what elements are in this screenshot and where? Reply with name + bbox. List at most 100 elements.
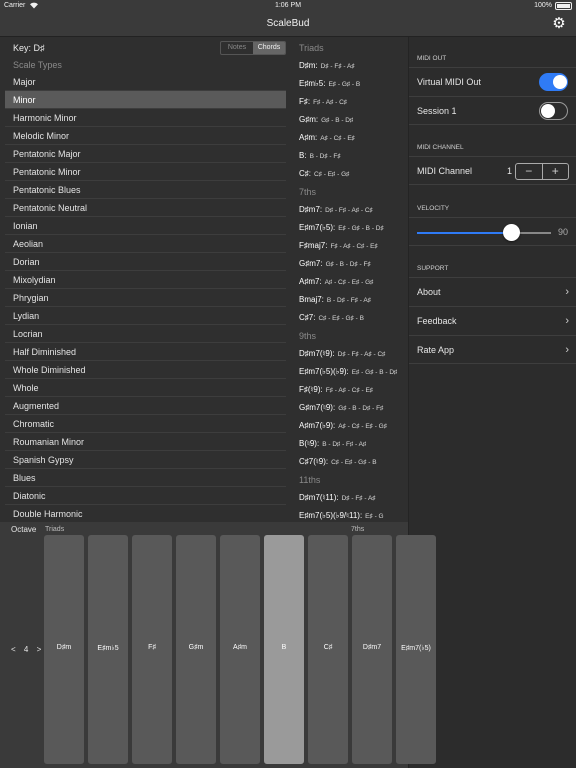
chord-row[interactable]: G♯m7: G♯ - B - D♯ - F♯ <box>299 259 371 268</box>
scale-item[interactable]: Pentatonic Minor <box>5 163 286 181</box>
scale-item[interactable]: Chromatic <box>5 415 286 433</box>
chord-pad[interactable]: E♯m♭5 <box>88 535 128 764</box>
chord-row[interactable]: B(♮9): B - D♯ - F♯ - A♯ <box>299 439 366 448</box>
feedback-row[interactable]: Feedback › <box>409 306 576 335</box>
scale-item[interactable]: Pentatonic Neutral <box>5 199 286 217</box>
chord-row[interactable]: D♯m: D♯ - F♯ - A♯ <box>299 61 355 70</box>
chord-pad-label: G♯m <box>188 644 204 651</box>
session-1-row: Session 1 <box>409 96 576 125</box>
chord-pad-label: E♯m♭5 <box>97 645 119 652</box>
scale-item[interactable]: Half Diminished <box>5 343 286 361</box>
scale-item[interactable]: Roumanian Minor <box>5 433 286 451</box>
battery-percent: 100% <box>534 2 552 9</box>
scale-item[interactable]: Phrygian <box>5 289 286 307</box>
chord-name: A♯m: <box>299 133 318 142</box>
about-row[interactable]: About › <box>409 277 576 306</box>
chord-notes: E♯ - G♯ - B - D♯ <box>351 369 398 376</box>
midi-channel-row: MIDI Channel 1 − + <box>409 156 576 185</box>
chord-row[interactable]: F♯(♮9): F♯ - A♯ - C♯ - E♯ <box>299 385 373 394</box>
chord-name: B: <box>299 151 307 160</box>
rate-app-row[interactable]: Rate App › <box>409 335 576 364</box>
chord-row[interactable]: B: B - D♯ - F♯ <box>299 151 341 160</box>
chord-notes: F♯ - A♯ - C♯ - E♯ <box>330 243 378 250</box>
chord-notes: F♯ - A♯ - C♯ - E♯ <box>325 387 374 394</box>
scale-item[interactable]: Minor <box>5 91 286 109</box>
velocity-slider-thumb[interactable] <box>502 224 520 241</box>
chord-pad[interactable]: D♯m7 <box>352 535 392 764</box>
scale-item[interactable]: Diatonic <box>5 487 286 505</box>
chord-row[interactable]: C♯: C♯ - E♯ - G♯ <box>299 169 349 178</box>
chord-row[interactable]: C♯7: C♯ - E♯ - G♯ - B <box>299 313 364 322</box>
chord-row[interactable]: G♯m: G♯ - B - D♯ <box>299 115 353 124</box>
session-1-toggle[interactable] <box>539 102 568 120</box>
chord-row[interactable]: E♯m7(♭5): E♯ - G♯ - B - D♯ <box>299 223 384 232</box>
chord-row[interactable]: Bmaj7: B - D♯ - F♯ - A♯ <box>299 295 371 304</box>
chord-notes: B - D♯ - F♯ - A♯ <box>322 441 367 448</box>
app-title: ScaleBud <box>266 18 310 29</box>
chord-pad[interactable]: E♯m7(♭5) <box>396 535 436 764</box>
chord-row[interactable]: E♯m7(♭5)(♭9/♮11): E♯ - G <box>299 511 384 520</box>
chord-row[interactable]: A♯m7: A♯ - C♯ - E♯ - G♯ <box>299 277 373 286</box>
scale-item[interactable]: Locrian <box>5 325 286 343</box>
chord-row[interactable]: A♯m: A♯ - C♯ - E♯ <box>299 133 355 142</box>
scale-item[interactable]: Double Harmonic <box>5 505 286 523</box>
scale-item[interactable]: Blues <box>5 469 286 487</box>
chord-pad[interactable]: A♯m <box>220 535 260 764</box>
chord-row[interactable]: A♯m7(♭9): A♯ - C♯ - E♯ - G♯ <box>299 421 387 430</box>
chord-section-header: 9ths <box>299 331 317 341</box>
velocity-slider[interactable] <box>417 232 551 234</box>
scale-item[interactable]: Augmented <box>5 397 286 415</box>
chord-row[interactable]: G♯m7(♮9): G♯ - B - D♯ - F♯ <box>299 403 383 412</box>
chord-row[interactable]: E♯m7(♭5)(♭9): E♯ - G♯ - B - D♯ <box>299 367 397 376</box>
chord-section-header: 11ths <box>299 475 321 485</box>
chord-name: C♯7(♮9): <box>299 457 329 466</box>
chord-notes: C♯ - E♯ - G♯ <box>314 171 350 178</box>
chord-name: F♯(♮9): <box>299 385 323 394</box>
scale-item[interactable]: Pentatonic Major <box>5 145 286 163</box>
scale-item[interactable]: Whole <box>5 379 286 397</box>
scale-item[interactable]: Spanish Gypsy <box>5 451 286 469</box>
chord-name: G♯m7: <box>299 259 323 268</box>
scale-item[interactable]: Major <box>5 73 286 91</box>
midi-channel-stepper[interactable]: − + <box>515 163 569 180</box>
chord-pad[interactable]: B <box>264 535 304 764</box>
scale-item[interactable]: Dorian <box>5 253 286 271</box>
chord-name: C♯7: <box>299 313 316 322</box>
chord-pad[interactable]: D♯m <box>44 535 84 764</box>
scale-item[interactable]: Ionian <box>5 217 286 235</box>
plus-button[interactable]: + <box>541 164 569 179</box>
chord-pad-label: F♯ <box>148 644 156 651</box>
chord-row[interactable]: D♯m7(♮11): D♯ - F♯ - A♯ <box>299 493 376 502</box>
scale-item[interactable]: Harmonic Minor <box>5 109 286 127</box>
chord-row[interactable]: F♯: F♯ - A♯ - C♯ <box>299 97 347 106</box>
chord-section-header: Triads <box>299 43 324 53</box>
chord-row[interactable]: E♯m♭5: E♯ - G♯ - B <box>299 79 360 88</box>
scale-item[interactable]: Melodic Minor <box>5 127 286 145</box>
scale-item[interactable]: Aeolian <box>5 235 286 253</box>
chord-row[interactable]: D♯m7: D♯ - F♯ - A♯ - C♯ <box>299 205 373 214</box>
virtual-midi-out-toggle[interactable] <box>539 73 568 91</box>
segment-notes[interactable]: Notes <box>221 42 253 54</box>
scale-item[interactable]: Mixolydian <box>5 271 286 289</box>
segment-chords[interactable]: Chords <box>253 42 285 54</box>
chord-row[interactable]: D♯m7(♮9): D♯ - F♯ - A♯ - C♯ <box>299 349 385 358</box>
notes-chords-segmented-control[interactable]: Notes Chords <box>220 41 286 55</box>
chord-pad[interactable]: G♯m <box>176 535 216 764</box>
chord-row[interactable]: F♯maj7: F♯ - A♯ - C♯ - E♯ <box>299 241 378 250</box>
rate-app-label: Rate App <box>417 345 455 355</box>
virtual-midi-out-row: Virtual MIDI Out <box>409 67 576 96</box>
chord-row[interactable]: C♯7(♮9): C♯ - E♯ - G♯ - B <box>299 457 377 466</box>
scale-item[interactable]: Pentatonic Blues <box>5 181 286 199</box>
chord-pad-keyboard: Octave Triads 7ths < 4 > D♯m E♯m♭5 F♯ G♯m A♯… <box>0 522 436 768</box>
scale-item[interactable]: Whole Diminished <box>5 361 286 379</box>
octave-stepper[interactable]: < 4 > <box>11 645 44 654</box>
scale-types-header: Scale Types <box>13 60 62 70</box>
minus-button[interactable]: − <box>516 164 542 179</box>
scale-item[interactable]: Lydian <box>5 307 286 325</box>
midi-channel-label: MIDI Channel <box>417 166 473 176</box>
chord-pad[interactable]: F♯ <box>132 535 172 764</box>
chord-notes: A♯ - C♯ - E♯ - G♯ <box>324 279 374 286</box>
chord-pad[interactable]: C♯ <box>308 535 348 764</box>
gear-icon[interactable]: ⚙ <box>550 15 568 33</box>
chord-pad-label: C♯ <box>323 644 333 651</box>
